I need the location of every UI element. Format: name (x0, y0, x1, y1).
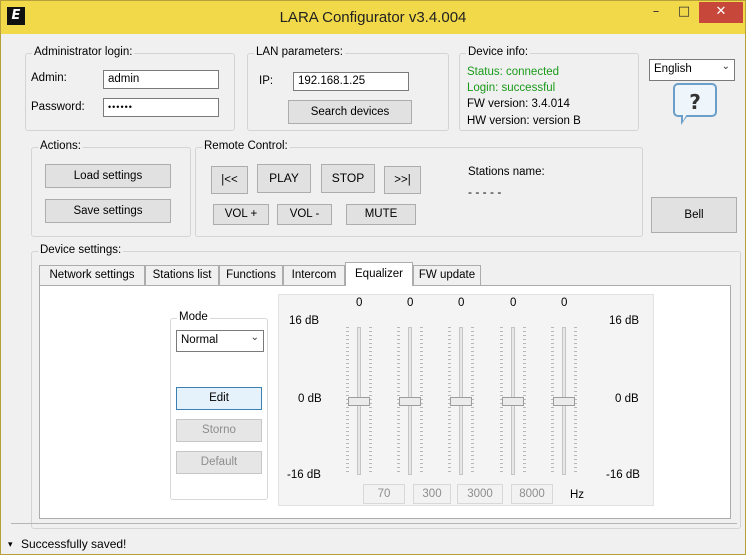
mute-button[interactable]: MUTE (346, 204, 416, 225)
password-label: Password: (31, 101, 85, 113)
band-slider-thumb[interactable] (502, 396, 524, 406)
maximize-button[interactable]: □ (671, 2, 697, 23)
login-status-text: Login: successful (467, 82, 556, 94)
band-value: 0 (458, 297, 465, 309)
default-button[interactable]: Default (176, 451, 262, 474)
band-frequency-field[interactable]: 300 (413, 484, 451, 504)
device-info-group-label: Device info: (466, 46, 531, 58)
title-bar[interactable]: E LARA Configurator v3.4.004 – □ ✕ (1, 1, 745, 34)
lan-parameters-group-label: LAN parameters: (254, 46, 345, 58)
storno-button[interactable]: Storno (176, 419, 262, 442)
search-devices-button[interactable]: Search devices (288, 100, 412, 124)
edit-button[interactable]: Edit (176, 387, 262, 410)
actions-group-label: Actions: (38, 140, 83, 152)
band-frequency-field[interactable]: 8000 (511, 484, 553, 504)
ip-field[interactable]: 192.168.1.25 (293, 72, 409, 91)
db-mid-left-label: 0 dB (298, 393, 322, 405)
tab-network-settings[interactable]: Network settings (39, 265, 145, 285)
stop-button[interactable]: STOP (321, 164, 375, 193)
equalizer-panel: Mode Normal ⌄ Edit Storno Default 16 dB … (39, 285, 731, 519)
volume-up-button[interactable]: VOL + (213, 204, 269, 225)
tab-functions[interactable]: Functions (219, 265, 283, 285)
actions-group: Actions: (31, 140, 191, 237)
band-frequency-field[interactable]: 70 (363, 484, 405, 504)
next-button[interactable]: >>| (384, 166, 421, 194)
db-mid-right-label: 0 dB (615, 393, 639, 405)
previous-button[interactable]: |<< (211, 166, 248, 194)
band-slider-thumb[interactable] (348, 396, 370, 406)
band-value: 0 (561, 297, 568, 309)
language-select-value: English (654, 63, 692, 75)
admin-login-group-label: Administrator login: (32, 46, 135, 58)
save-settings-button[interactable]: Save settings (45, 199, 171, 223)
help-bubble-tail-fill (683, 114, 687, 121)
mode-select[interactable]: Normal ⌄ (176, 330, 264, 352)
db-bottom-right-label: -16 dB (606, 469, 640, 481)
bell-button[interactable]: Bell (651, 197, 737, 233)
admin-login-group: Administrator login: (25, 46, 235, 131)
band-value: 0 (510, 297, 517, 309)
band-slider-thumb[interactable] (450, 396, 472, 406)
mode-select-value: Normal (181, 334, 219, 346)
status-message: Successfully saved! (21, 537, 127, 551)
stations-name-value: - - - - - (468, 185, 502, 199)
db-top-right-label: 16 dB (609, 315, 640, 327)
ip-label: IP: (259, 75, 274, 87)
band-slider-thumb[interactable] (553, 396, 575, 406)
volume-down-button[interactable]: VOL - (277, 204, 332, 225)
panel-bottom-edge (11, 523, 737, 530)
app-window: E LARA Configurator v3.4.004 – □ ✕ Admin… (0, 0, 746, 555)
admin-label: Admin: (31, 72, 67, 84)
tab-intercom[interactable]: Intercom (283, 265, 345, 285)
minimize-button[interactable]: – (643, 2, 669, 23)
equalizer-sliders-area: 16 dB 0 dB -16 dB 16 dB 0 dB -16 dB 0 70 0… (278, 294, 654, 506)
tab-equalizer[interactable]: Equalizer (345, 262, 413, 286)
status-expander-icon[interactable]: ▾ (8, 539, 13, 550)
window-title: LARA Configurator v3.4.004 (279, 9, 467, 26)
band-value: 0 (356, 297, 363, 309)
chevron-down-icon: ⌄ (721, 61, 730, 72)
db-bottom-left-label: -16 dB (287, 469, 321, 481)
hz-label: Hz (570, 489, 585, 501)
tab-fw-update[interactable]: FW update (413, 265, 481, 285)
close-button[interactable]: ✕ (699, 2, 743, 23)
load-settings-button[interactable]: Load settings (45, 164, 171, 188)
language-select[interactable]: English ⌄ (649, 59, 735, 81)
band-slider-thumb[interactable] (399, 396, 421, 406)
help-icon[interactable]: ? (673, 83, 717, 117)
chevron-down-icon: ⌄ (250, 332, 259, 343)
status-bar: ▾ Successfully saved! (1, 534, 745, 554)
remote-control-group-label: Remote Control: (202, 140, 290, 152)
device-status-text: Status: connected (467, 66, 560, 78)
fw-version-text: FW version: 3.4.014 (467, 98, 570, 110)
db-top-left-label: 16 dB (289, 315, 320, 327)
password-field[interactable]: •••••• (103, 98, 219, 117)
mode-group-label: Mode (177, 311, 210, 323)
admin-field[interactable]: admin (103, 70, 219, 89)
device-settings-group-label: Device settings: (38, 244, 124, 256)
band-frequency-field[interactable]: 3000 (457, 484, 503, 504)
band-value: 0 (407, 297, 414, 309)
stations-name-label: Stations name: (468, 166, 545, 178)
tab-stations-list[interactable]: Stations list (145, 265, 219, 285)
hw-version-text: HW version: version B (467, 115, 581, 127)
play-button[interactable]: PLAY (257, 164, 311, 193)
